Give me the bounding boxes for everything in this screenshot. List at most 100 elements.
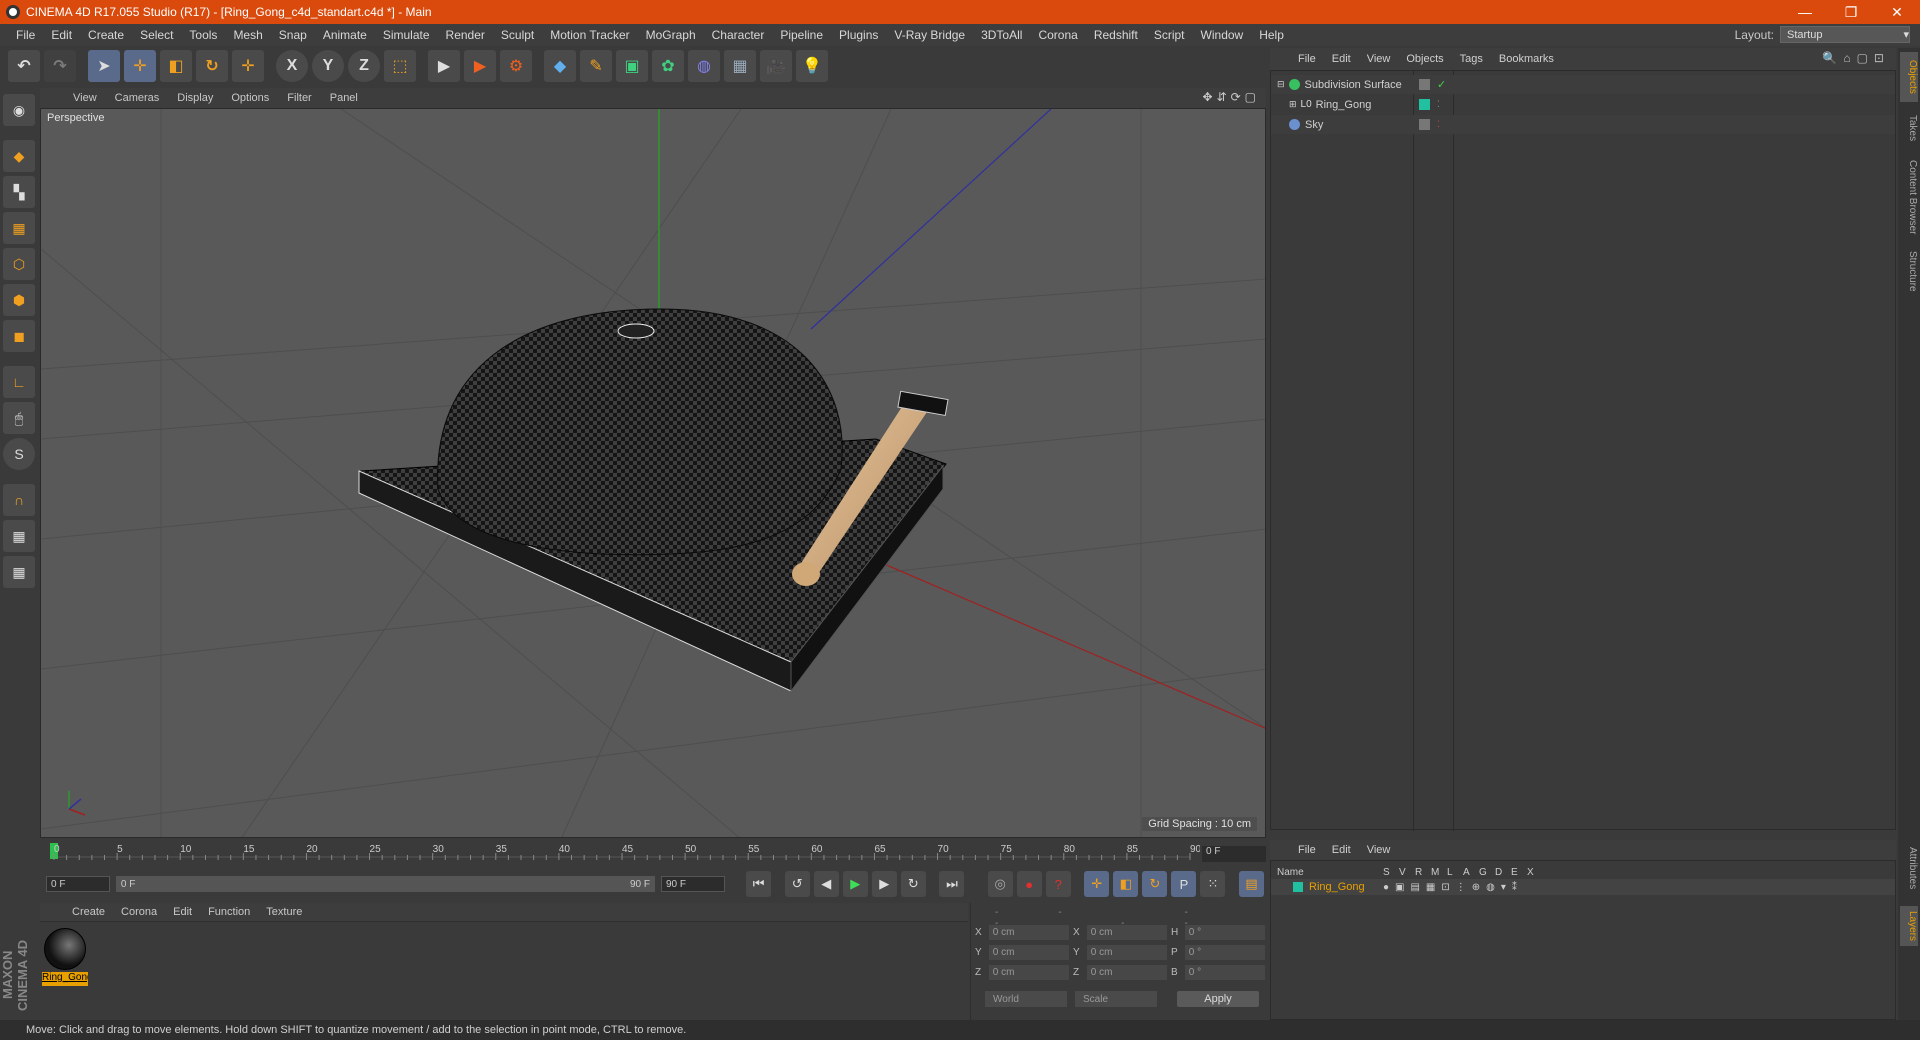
go-to-start-icon[interactable]: ⏮ (746, 871, 772, 897)
cube-primitive-icon[interactable]: ◆ (544, 50, 576, 82)
minimize-button[interactable]: — (1782, 0, 1828, 24)
last-tool-icon[interactable]: ✛ (232, 50, 264, 82)
perspective-viewport[interactable]: Perspective Grid Spacing : 10 cm (40, 108, 1266, 838)
object-row-sky[interactable]: Sky ⁚ (1271, 115, 1895, 134)
next-key-icon[interactable]: ↻ (900, 871, 926, 897)
mograph-array-icon[interactable]: ✿ (652, 50, 684, 82)
x-axis-lock-icon[interactable]: X (276, 50, 308, 82)
coordinate-space-dropdown[interactable]: World (985, 991, 1067, 1007)
deformer-icon[interactable]: ◍ (688, 50, 720, 82)
render-to-picture-viewer-icon[interactable]: ▶ (464, 50, 496, 82)
size-mode-dropdown[interactable]: Scale (1075, 991, 1157, 1007)
play-icon[interactable]: ▶ (842, 871, 868, 897)
viewport-menu-filter[interactable]: Filter (278, 92, 320, 104)
object-menu-file[interactable]: File (1290, 53, 1324, 65)
menu-corona[interactable]: Corona (1030, 28, 1085, 42)
points-mode-icon[interactable]: ⬡ (3, 248, 35, 280)
layer-row-ring-gong[interactable]: Ring_Gong ●▣▤▦⊡⋮⊕◍▾⁑ (1271, 879, 1895, 895)
material-name-label[interactable]: Ring_Gong (42, 972, 88, 986)
viewport-menu-cameras[interactable]: Cameras (106, 92, 169, 104)
menu-edit[interactable]: Edit (43, 28, 80, 42)
floor-icon[interactable]: ▦ (724, 50, 756, 82)
timeline-window-icon[interactable]: ▤ (1239, 871, 1265, 897)
object-row-ring-gong[interactable]: ⊞ L0 Ring_Gong ⁚ (1271, 95, 1895, 114)
record-keys-icon[interactable]: ◎ (987, 871, 1013, 897)
tab-attributes[interactable]: Attributes (1900, 838, 1918, 898)
rotation-b-field[interactable]: 0 ° (1184, 964, 1265, 980)
material-tag-icon[interactable] (1419, 99, 1430, 110)
rotation-key-icon[interactable]: ↻ (1142, 871, 1168, 897)
layer-menu-file[interactable]: File (1290, 844, 1324, 856)
menu-motion-tracker[interactable]: Motion Tracker (542, 28, 637, 42)
position-y-field[interactable]: 0 cm (988, 944, 1069, 960)
frame-range-slider[interactable]: 0 F 90 F (115, 876, 655, 892)
size-z-field[interactable]: 0 cm (1086, 964, 1167, 980)
object-menu-tags[interactable]: Tags (1452, 53, 1491, 65)
menu-create[interactable]: Create (80, 28, 132, 42)
menu-tools[interactable]: Tools (181, 28, 225, 42)
material-menu-function[interactable]: Function (200, 906, 258, 918)
camera-icon[interactable]: 🎥 (760, 50, 792, 82)
enabled-check-icon[interactable]: ✓ (1437, 78, 1446, 91)
make-editable-icon[interactable]: ◉ (3, 94, 35, 126)
position-z-field[interactable]: 0 cm (988, 964, 1069, 980)
subdivision-surface-icon[interactable]: ▣ (616, 50, 648, 82)
material-menu-edit[interactable]: Edit (165, 906, 200, 918)
menu-mesh[interactable]: Mesh (225, 28, 270, 42)
close-button[interactable]: ✕ (1874, 0, 1920, 24)
tab-content-browser[interactable]: Content Browser (1900, 152, 1918, 242)
menu-pipeline[interactable]: Pipeline (772, 28, 831, 42)
tab-structure[interactable]: Structure (1900, 246, 1918, 296)
go-to-end-icon[interactable]: ⏭ (939, 871, 965, 897)
model-mode-icon[interactable]: ◆ (3, 140, 35, 172)
editor-visibility-icon[interactable] (1419, 79, 1430, 90)
workplane-mode-icon[interactable]: ▦ (3, 212, 35, 244)
menu-simulate[interactable]: Simulate (375, 28, 438, 42)
coordinate-system-icon[interactable]: ⬚ (384, 50, 416, 82)
object-row-subdivision-surface[interactable]: ⊟ Subdivision Surface ✓ (1271, 75, 1895, 94)
y-axis-lock-icon[interactable]: Y (312, 50, 344, 82)
position-x-field[interactable]: 0 cm (988, 924, 1069, 940)
menu-3dtoall[interactable]: 3DToAll (973, 28, 1030, 42)
live-selection-icon[interactable]: ➤ (88, 50, 120, 82)
menu-redshift[interactable]: Redshift (1086, 28, 1146, 42)
restore-button[interactable]: ❐ (1828, 0, 1874, 24)
render-view-icon[interactable]: ▶ (428, 50, 460, 82)
menu-render[interactable]: Render (438, 28, 493, 42)
start-frame-field[interactable]: 0 F (46, 876, 110, 892)
menu-file[interactable]: File (8, 28, 43, 42)
rotation-h-field[interactable]: 0 ° (1184, 924, 1265, 940)
menu-plugins[interactable]: Plugins (831, 28, 886, 42)
layer-menu-view[interactable]: View (1359, 844, 1399, 856)
layer-menu-edit[interactable]: Edit (1324, 844, 1359, 856)
size-x-field[interactable]: 0 cm (1086, 924, 1167, 940)
tab-layers[interactable]: Layers (1900, 906, 1918, 946)
z-axis-lock-icon[interactable]: Z (348, 50, 380, 82)
menu-character[interactable]: Character (704, 28, 773, 42)
apply-button[interactable]: Apply (1177, 991, 1259, 1007)
magnet-icon[interactable]: ∩ (3, 484, 35, 516)
object-menu-view[interactable]: View (1359, 53, 1399, 65)
viewport-menu-view[interactable]: View (64, 92, 106, 104)
rotate-tool-icon[interactable]: ↻ (196, 50, 228, 82)
menu-snap[interactable]: Snap (271, 28, 315, 42)
visibility-dots-icon[interactable]: ⁚ (1437, 99, 1440, 110)
layer-color-swatch[interactable] (1293, 882, 1303, 892)
menu-select[interactable]: Select (132, 28, 181, 42)
object-menu-bookmarks[interactable]: Bookmarks (1491, 53, 1562, 65)
previous-key-icon[interactable]: ↺ (784, 871, 810, 897)
edges-mode-icon[interactable]: ⬢ (3, 284, 35, 316)
object-menu-edit[interactable]: Edit (1324, 53, 1359, 65)
rotation-p-field[interactable]: 0 ° (1184, 944, 1265, 960)
redo-icon[interactable]: ↷ (44, 50, 76, 82)
menu-help[interactable]: Help (1251, 28, 1292, 42)
auto-keying-icon[interactable]: ● (1016, 871, 1042, 897)
pen-spline-icon[interactable]: ✎ (580, 50, 612, 82)
expand-icon[interactable]: ⊟ (1277, 79, 1285, 90)
end-frame-field[interactable]: 90 F (660, 876, 725, 892)
size-y-field[interactable]: 0 cm (1086, 944, 1167, 960)
pla-key-icon[interactable]: ⁙ (1200, 871, 1226, 897)
step-back-icon[interactable]: ◀ (813, 871, 839, 897)
layout-select[interactable]: Startup ▾ (1780, 26, 1910, 43)
editor-visibility-icon[interactable] (1419, 119, 1430, 130)
